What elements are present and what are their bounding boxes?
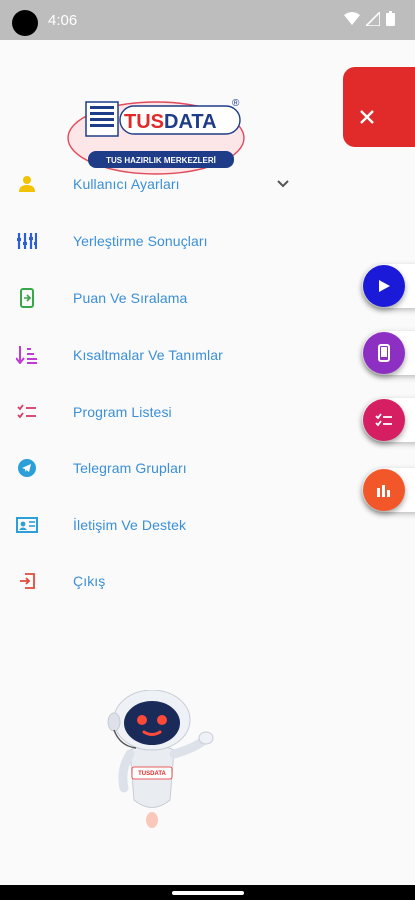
wifi-icon [344, 11, 360, 25]
menu-label: Kısaltmalar Ve Tanımlar [73, 347, 223, 363]
phone-icon [378, 344, 390, 362]
checklist-fab[interactable] [363, 399, 405, 441]
menu-item-abbreviations[interactable]: Kısaltmalar Ve Tanımlar [0, 335, 300, 375]
camera-cutout [12, 10, 38, 36]
menu-item-contact-support[interactable]: İletişim Ve Destek [0, 505, 300, 545]
menu-item-logout[interactable]: Çıkış [0, 561, 300, 601]
checklist-icon [16, 401, 38, 423]
sliders-icon [16, 230, 38, 252]
menu-label: Çıkış [73, 573, 106, 589]
menu-label: Program Listesi [73, 404, 172, 420]
chart-fab[interactable] [363, 469, 405, 511]
phone-arrow-icon [16, 287, 38, 309]
status-time: 4:06 [48, 12, 78, 29]
svg-text:®: ® [232, 98, 240, 109]
checklist-icon [375, 413, 392, 427]
sort-icon [16, 344, 38, 366]
menu-label: Yerleştirme Sonuçları [73, 233, 208, 249]
menu-label: Kullanıcı Ayarları [73, 176, 180, 192]
chevron-down-icon[interactable] [275, 176, 291, 192]
menu-item-placement-results[interactable]: Yerleştirme Sonuçları [0, 221, 300, 261]
bar-chart-icon [377, 485, 390, 497]
app-screen: 4:06 TUSDATA ® TUS HAZIRLIK MERKEZLERİ K… [0, 0, 415, 900]
close-icon[interactable] [359, 109, 375, 125]
battery-icon [386, 11, 395, 26]
menu-label: Telegram Grupları [73, 460, 187, 476]
signal-icon [366, 11, 380, 26]
menu-item-score-ranking[interactable]: Puan Ve Sıralama [0, 278, 300, 318]
menu-item-user-settings[interactable]: Kullanıcı Ayarları [0, 164, 300, 204]
menu-item-telegram-groups[interactable]: Telegram Grupları [0, 448, 300, 488]
logout-icon [16, 570, 38, 592]
contact-card-icon [16, 514, 38, 536]
status-icons [344, 11, 395, 26]
phone-fab[interactable] [363, 332, 405, 374]
menu-item-program-list[interactable]: Program Listesi [0, 392, 300, 432]
close-panel[interactable] [343, 67, 415, 147]
svg-text:TUSDATA: TUSDATA [124, 111, 217, 133]
play-fab[interactable] [363, 265, 405, 307]
home-handle[interactable] [172, 891, 244, 895]
navigation-drawer: TUSDATA ® TUS HAZIRLIK MERKEZLERİ Kullan… [0, 40, 415, 885]
menu-label: İletişim Ve Destek [73, 517, 187, 533]
status-bar: 4:06 [0, 0, 415, 40]
telegram-icon [16, 457, 38, 479]
user-icon [16, 173, 38, 195]
menu-label: Puan Ve Sıralama [73, 290, 188, 306]
svg-text:TUSDATA: TUSDATA [138, 771, 166, 777]
play-icon [379, 280, 390, 292]
robot-mascot: TUSDATA [107, 690, 214, 828]
